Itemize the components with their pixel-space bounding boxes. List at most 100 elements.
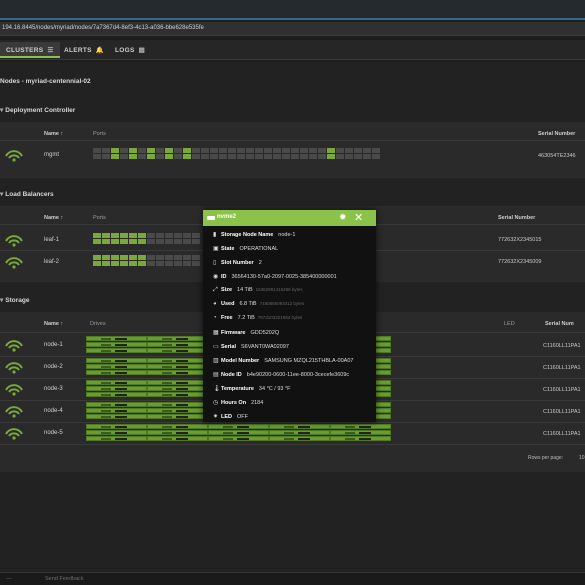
serial-number: C1160LL11PA1 <box>543 387 581 393</box>
status-wifi-icon <box>5 384 23 396</box>
serial-number: C1160LL11PA1 <box>543 365 581 371</box>
port-indicator <box>282 148 290 153</box>
col-serial[interactable]: Serial Num <box>545 321 574 327</box>
drive-slot[interactable] <box>147 348 208 353</box>
drive-slot[interactable] <box>147 436 208 441</box>
node-name[interactable]: node-5 <box>44 430 63 436</box>
drive-slot[interactable] <box>86 370 147 375</box>
lb-section-title[interactable]: ▾ Load Balancers <box>0 190 54 198</box>
drive-slot[interactable] <box>269 424 330 429</box>
drive-slot[interactable] <box>147 424 208 429</box>
drive-slot[interactable] <box>86 348 147 353</box>
drive-slot[interactable] <box>147 402 208 407</box>
drive-slot[interactable] <box>86 408 147 413</box>
drive-slot[interactable] <box>269 436 330 441</box>
col-serial[interactable]: Serial Number <box>538 131 575 137</box>
node-name[interactable]: node-1 <box>44 342 63 348</box>
port-indicator <box>372 148 380 153</box>
drive-slot[interactable] <box>330 424 391 429</box>
deployment-section-title[interactable]: ▾ Deployment Controller <box>0 106 75 114</box>
close-icon[interactable]: ✕ <box>354 211 363 224</box>
drive-slot[interactable] <box>208 430 269 435</box>
node-name[interactable]: mgmt <box>44 152 59 158</box>
address-bar[interactable]: 194.16.8445/nodes/myriad/nodes/7a7367d4-… <box>0 22 585 36</box>
rows-per-page-select[interactable]: 10 <box>579 455 585 461</box>
port-indicator <box>138 255 146 260</box>
drive-slot[interactable] <box>86 342 147 347</box>
drive-slot[interactable] <box>147 430 208 435</box>
popup-field: ▯ Slot Number 2 <box>213 259 262 271</box>
node-name[interactable]: node-3 <box>44 386 63 392</box>
col-name[interactable]: Name ↑ <box>44 215 63 221</box>
drive-slot[interactable] <box>147 358 208 363</box>
drive-slot[interactable] <box>147 342 208 347</box>
port-indicator <box>111 261 119 266</box>
node-name[interactable]: leaf-2 <box>44 259 59 265</box>
popup-field-label: LED <box>221 414 232 420</box>
serial-number: 463054TE2346 <box>538 153 576 159</box>
port-indicator <box>93 261 101 266</box>
drive-slot[interactable] <box>147 408 208 413</box>
tab-clusters-label: CLUSTERS <box>6 47 44 54</box>
drive-slot[interactable] <box>147 414 208 419</box>
drive-slot[interactable] <box>208 436 269 441</box>
id-icon: ◉ <box>213 274 219 280</box>
drive-slot[interactable] <box>86 436 147 441</box>
port-indicator <box>174 148 182 153</box>
popup-field-value: GDD5202Q <box>250 330 280 336</box>
port-indicator <box>147 154 155 159</box>
port-indicator <box>273 154 281 159</box>
drive-slot[interactable] <box>269 430 330 435</box>
popup-field-label: Node ID <box>221 372 242 378</box>
port-indicator <box>147 148 155 153</box>
port-indicator <box>102 255 110 260</box>
drive-slot[interactable] <box>86 358 147 363</box>
drive-slot[interactable] <box>147 336 208 341</box>
drive-slot[interactable] <box>330 430 391 435</box>
drive-slot[interactable] <box>86 392 147 397</box>
port-indicator <box>93 239 101 244</box>
drive-slot[interactable] <box>147 386 208 391</box>
drive-slot[interactable] <box>147 380 208 385</box>
port-indicator <box>291 148 299 153</box>
node-name[interactable]: node-4 <box>44 408 63 414</box>
status-wifi-icon <box>5 428 23 440</box>
port-indicator <box>138 239 146 244</box>
tab-alerts[interactable]: ALERTS 🔔 <box>58 42 110 58</box>
tab-clusters[interactable]: CLUSTERS ☰ <box>0 42 60 58</box>
col-name[interactable]: Name ↑ <box>44 321 63 327</box>
drive-slot[interactable] <box>86 424 147 429</box>
bug-icon[interactable]: ✹ <box>339 212 347 223</box>
drive-slot[interactable] <box>86 364 147 369</box>
drive-slot[interactable] <box>86 430 147 435</box>
drive-slot[interactable] <box>147 392 208 397</box>
tab-logs[interactable]: LOGS ▤ <box>109 42 151 58</box>
popup-field-value: 36564130-57a0-2097-0025-385400000001 <box>231 274 337 280</box>
port-indicator <box>93 154 101 159</box>
port-indicator <box>165 239 173 244</box>
send-feedback-link[interactable]: Send Feedback <box>45 576 84 582</box>
storage-section-title[interactable]: ▾ Storage <box>0 296 29 304</box>
col-serial[interactable]: Serial Number <box>498 215 535 221</box>
popup-field: ⤢ Size 14 TiB 15362991415296 bytes <box>213 287 303 299</box>
drive-slot[interactable] <box>147 370 208 375</box>
storage-title: Storage <box>5 297 30 304</box>
drive-slot[interactable] <box>147 364 208 369</box>
popup-field-value: OFF <box>237 414 248 420</box>
popup-field-bytes: 7480885093312 bytes <box>259 301 305 306</box>
drive-slot[interactable] <box>86 414 147 419</box>
drive-slot[interactable] <box>86 336 147 341</box>
port-indicator <box>165 154 173 159</box>
popup-field: ▥ Model Number SAMSUNG MZQL215THBLA-00A07 <box>213 357 353 369</box>
node-name[interactable]: node-2 <box>44 364 63 370</box>
node-id-icon: ▤ <box>213 372 219 378</box>
drive-slot[interactable] <box>86 402 147 407</box>
node-name[interactable]: leaf-1 <box>44 237 59 243</box>
drive-slot[interactable] <box>86 386 147 391</box>
drive-slot[interactable] <box>330 436 391 441</box>
drive-slot[interactable] <box>86 380 147 385</box>
url-text[interactable]: 194.16.8445/nodes/myriad/nodes/7a7367d4-… <box>2 25 204 31</box>
port-indicator <box>336 148 344 153</box>
col-name[interactable]: Name ↑ <box>44 131 63 137</box>
col-ports: Ports <box>93 215 106 221</box>
